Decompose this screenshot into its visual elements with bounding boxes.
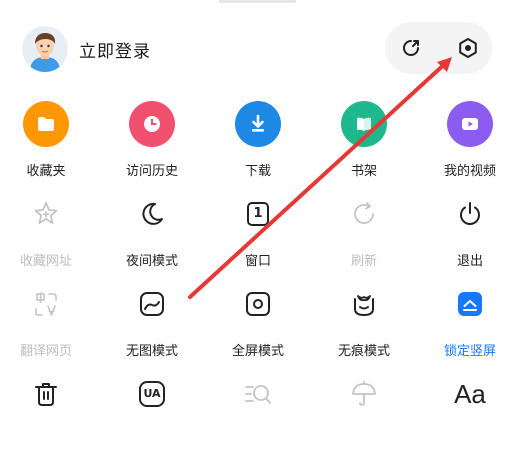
menu-item-label: 无痕模式 <box>337 344 390 359</box>
window-count-icon: 1 <box>234 190 282 238</box>
menu-row: 收藏夹 访问历史 下载 书架 我的视频 <box>0 100 515 180</box>
menu-row: UA Aa <box>0 370 515 450</box>
menu-item-history[interactable]: 访问历史 <box>107 100 197 180</box>
menu-item-label: 收藏夹 <box>26 164 66 179</box>
menu-item-videos[interactable]: 我的视频 <box>425 100 515 180</box>
menu-row: 收藏网址 夜间模式 1 窗口 刷新 退出 <box>0 190 515 270</box>
window-count-badge: 1 <box>253 206 263 221</box>
refresh-icon <box>340 190 388 238</box>
menu-item-label: 退出 <box>456 254 483 269</box>
menu-item-translate[interactable]: 翻译网页 <box>1 280 91 360</box>
drag-handle[interactable] <box>219 0 296 3</box>
user-agent-icon: UA <box>128 370 176 418</box>
menu-item-bookmark-url[interactable]: 收藏网址 <box>1 190 91 270</box>
folder-icon <box>23 101 69 147</box>
play-icon <box>447 101 493 147</box>
menu-item-window[interactable]: 1 窗口 <box>213 190 303 270</box>
menu-item-user-agent[interactable]: UA <box>107 370 197 450</box>
find-in-page-icon <box>234 370 282 418</box>
menu-item-font-size[interactable]: Aa <box>425 370 515 450</box>
menu-item-lock-portrait[interactable]: 锁定竖屏 <box>425 280 515 360</box>
translate-icon <box>22 280 70 328</box>
login-link[interactable]: 立即登录 <box>79 37 151 62</box>
menu-item-exit[interactable]: 退出 <box>425 190 515 270</box>
menu-row: 翻译网页 无图模式 全屏模式 无痕模式 锁定竖屏 <box>0 280 515 360</box>
settings-icon[interactable] <box>454 34 482 62</box>
menu-item-label: 窗口 <box>244 254 271 269</box>
no-image-icon <box>128 280 176 328</box>
umbrella-icon <box>340 370 388 418</box>
menu-item-bookshelf[interactable]: 书架 <box>319 100 409 180</box>
moon-icon <box>128 190 176 238</box>
user-agent-text: UA <box>143 387 161 400</box>
fullscreen-icon <box>234 280 282 328</box>
incognito-icon <box>340 280 388 328</box>
menu-item-clear[interactable] <box>1 370 91 450</box>
font-size-icon: Aa <box>446 370 494 418</box>
font-size-text: Aa <box>454 379 486 409</box>
menu-item-night-mode[interactable]: 夜间模式 <box>107 190 197 270</box>
download-icon <box>235 101 281 147</box>
lock-portrait-icon <box>446 280 494 328</box>
menu-item-label: 锁定竖屏 <box>443 344 496 359</box>
menu-item-label: 收藏网址 <box>19 254 72 269</box>
share-refresh-icon[interactable] <box>397 34 425 62</box>
header: 立即登录 <box>0 18 515 78</box>
menu-item-find-in-page[interactable] <box>213 370 303 450</box>
menu-item-label: 无图模式 <box>125 344 178 359</box>
user-avatar-icon[interactable] <box>22 26 68 72</box>
menu-item-label: 全屏模式 <box>231 344 284 359</box>
clock-icon <box>129 101 175 147</box>
header-action-pill <box>385 22 492 74</box>
trash-icon <box>22 370 70 418</box>
menu-item-label: 访问历史 <box>125 164 178 179</box>
menu-item-label: 我的视频 <box>443 164 496 179</box>
menu-item-download[interactable]: 下载 <box>213 100 303 180</box>
menu-item-fullscreen[interactable]: 全屏模式 <box>213 280 303 360</box>
menu-item-label: 下载 <box>244 164 271 179</box>
menu-item-label: 翻译网页 <box>19 344 72 359</box>
menu-item-label: 刷新 <box>350 254 377 269</box>
menu-item-refresh[interactable]: 刷新 <box>319 190 409 270</box>
menu-item-incognito[interactable]: 无痕模式 <box>319 280 409 360</box>
menu-item-label: 书架 <box>350 164 377 179</box>
menu-item-protection[interactable] <box>319 370 409 450</box>
menu-item-label: 夜间模式 <box>125 254 178 269</box>
menu-item-no-image[interactable]: 无图模式 <box>107 280 197 360</box>
power-icon <box>446 190 494 238</box>
menu-item-favorites[interactable]: 收藏夹 <box>1 100 91 180</box>
star-plus-icon <box>22 190 70 238</box>
book-icon <box>341 101 387 147</box>
